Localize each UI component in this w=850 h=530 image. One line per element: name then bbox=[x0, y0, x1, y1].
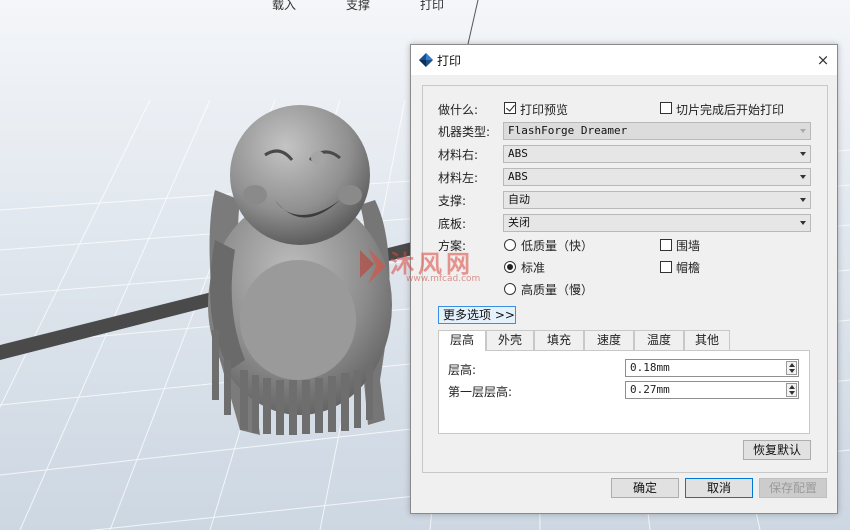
first-layer-height-spinbox[interactable]: 0.27mm bbox=[625, 381, 799, 399]
high-quality-label: 高质量（慢） bbox=[521, 283, 594, 297]
tab-temperature[interactable]: 温度 bbox=[634, 330, 684, 350]
brim-label: 帽檐 bbox=[676, 261, 701, 275]
tab-infill[interactable]: 填充 bbox=[534, 330, 584, 350]
wall-label: 围墙 bbox=[676, 239, 701, 253]
close-icon[interactable]: × bbox=[809, 45, 837, 75]
material-left-value: ABS bbox=[508, 170, 528, 183]
chevron-down-icon bbox=[800, 175, 806, 179]
first-layer-height-label: 第一层层高: bbox=[448, 385, 513, 399]
what-label: 做什么: bbox=[438, 103, 479, 117]
dialog-titlebar[interactable]: 打印 × bbox=[411, 45, 837, 75]
tab-layer-height[interactable]: 层高 bbox=[438, 330, 486, 351]
machine-type-select[interactable]: FlashForge Dreamer bbox=[503, 122, 811, 140]
dialog-title: 打印 bbox=[437, 54, 462, 68]
print-preview-label: 打印预览 bbox=[520, 103, 569, 117]
restore-defaults-button[interactable]: 恢复默认 bbox=[743, 440, 811, 460]
machine-type-label: 机器类型: bbox=[438, 125, 491, 139]
start-after-slice-checkbox[interactable] bbox=[660, 102, 672, 114]
watermark-url: www.mfcad.com bbox=[406, 274, 481, 284]
chevron-down-icon bbox=[800, 129, 806, 133]
first-layer-height-value: 0.27mm bbox=[630, 383, 670, 396]
cancel-button[interactable]: 取消 bbox=[685, 478, 753, 498]
layer-height-value: 0.18mm bbox=[630, 361, 670, 374]
low-quality-label: 低质量（快） bbox=[521, 239, 594, 253]
menu-print[interactable]: 打印 bbox=[420, 0, 444, 13]
tab-speed[interactable]: 速度 bbox=[584, 330, 634, 350]
chevron-down-icon bbox=[800, 198, 806, 202]
machine-type-value: FlashForge Dreamer bbox=[508, 124, 628, 137]
material-left-label: 材料左: bbox=[438, 171, 479, 185]
chevron-down-icon bbox=[800, 221, 806, 225]
material-left-select[interactable]: ABS bbox=[503, 168, 811, 186]
material-right-value: ABS bbox=[508, 147, 528, 160]
chevron-down-icon bbox=[800, 152, 806, 156]
support-select[interactable]: 自动 bbox=[503, 191, 811, 209]
brim-checkbox[interactable] bbox=[660, 261, 672, 273]
start-after-slice-label: 切片完成后开始打印 bbox=[676, 103, 785, 117]
standard-label: 标准 bbox=[521, 261, 546, 275]
support-value: 自动 bbox=[508, 193, 530, 206]
spin-buttons[interactable] bbox=[786, 383, 797, 397]
more-options-button[interactable]: 更多选项 >> bbox=[438, 306, 516, 324]
app-logo-icon bbox=[419, 53, 433, 67]
spin-up-icon bbox=[789, 385, 795, 389]
raft-value: 关闭 bbox=[508, 216, 530, 229]
layer-height-pane: 层高: 0.18mm 第一层层高: 0.27mm bbox=[438, 350, 810, 434]
save-config-button[interactable]: 保存配置 bbox=[759, 478, 827, 498]
raft-label: 底板: bbox=[438, 217, 467, 231]
layer-height-label: 层高: bbox=[448, 363, 477, 377]
menu-load[interactable]: 载入 bbox=[272, 0, 296, 13]
raft-select[interactable]: 关闭 bbox=[503, 214, 811, 232]
spin-down-icon bbox=[789, 369, 795, 373]
layer-height-spinbox[interactable]: 0.18mm bbox=[625, 359, 799, 377]
tab-shell[interactable]: 外壳 bbox=[486, 330, 534, 350]
spin-up-icon bbox=[789, 363, 795, 367]
ok-button[interactable]: 确定 bbox=[611, 478, 679, 498]
print-preview-checkbox[interactable] bbox=[504, 102, 516, 114]
material-right-select[interactable]: ABS bbox=[503, 145, 811, 163]
spin-buttons[interactable] bbox=[786, 361, 797, 375]
wall-checkbox[interactable] bbox=[660, 239, 672, 251]
watermark: 沐风网 www.mfcad.com bbox=[356, 244, 516, 290]
menu-support[interactable]: 支撑 bbox=[346, 0, 370, 13]
support-label: 支撑: bbox=[438, 194, 467, 208]
spin-down-icon bbox=[789, 391, 795, 395]
material-right-label: 材料右: bbox=[438, 148, 479, 162]
tab-other[interactable]: 其他 bbox=[684, 330, 730, 350]
